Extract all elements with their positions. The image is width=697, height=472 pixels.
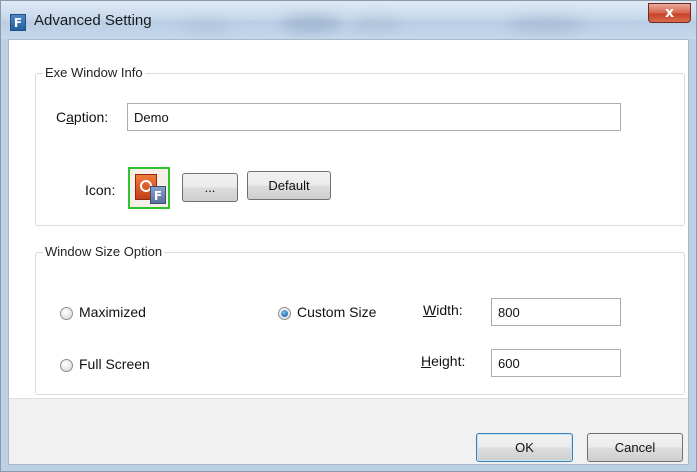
app-f-icon: F <box>150 186 166 204</box>
titlebar-background-blur <box>506 17 586 33</box>
titlebar-background-blur <box>281 15 341 33</box>
close-icon: x <box>664 5 675 21</box>
custom-size-radio[interactable] <box>278 307 291 320</box>
footer-separator <box>9 398 688 399</box>
icon-label: Icon: <box>85 182 116 198</box>
default-icon-button[interactable]: Default <box>247 171 331 200</box>
full-screen-label[interactable]: Full Screen <box>79 356 150 372</box>
width-input[interactable]: 800 <box>491 298 621 326</box>
exe-window-info-group: Exe Window Info Caption: Demo Icon: F ..… <box>35 65 685 226</box>
ok-button[interactable]: OK <box>476 433 573 462</box>
exe-icon-preview[interactable]: F <box>128 167 170 209</box>
app-icon: F <box>10 14 26 31</box>
titlebar-background-blur <box>181 21 231 33</box>
height-input[interactable]: 600 <box>491 349 621 377</box>
height-label: Height: <box>421 353 466 369</box>
width-label: Width: <box>423 302 463 318</box>
title-bar[interactable]: F Advanced Setting x <box>1 1 696 39</box>
advanced-setting-dialog: F Advanced Setting x Exe Window Info Cap… <box>0 0 697 472</box>
exe-window-info-legend: Exe Window Info <box>43 65 145 80</box>
full-screen-radio[interactable] <box>60 359 73 372</box>
caption-input[interactable]: Demo <box>127 103 621 131</box>
dialog-client-area: Exe Window Info Caption: Demo Icon: F ..… <box>8 39 689 465</box>
caption-label: Caption: <box>56 109 109 125</box>
window-title: Advanced Setting <box>34 12 152 29</box>
browse-icon-button[interactable]: ... <box>182 173 238 202</box>
maximized-label[interactable]: Maximized <box>79 304 146 320</box>
window-size-option-legend: Window Size Option <box>43 244 165 259</box>
titlebar-background-blur <box>351 19 401 31</box>
maximized-radio[interactable] <box>60 307 73 320</box>
close-button[interactable]: x <box>648 3 691 23</box>
custom-size-label[interactable]: Custom Size <box>297 304 376 320</box>
cancel-button[interactable]: Cancel <box>587 433 683 462</box>
window-size-option-group: Window Size Option Maximized Full Screen… <box>35 244 685 395</box>
settings-panel: Exe Window Info Caption: Demo Icon: F ..… <box>9 40 688 398</box>
